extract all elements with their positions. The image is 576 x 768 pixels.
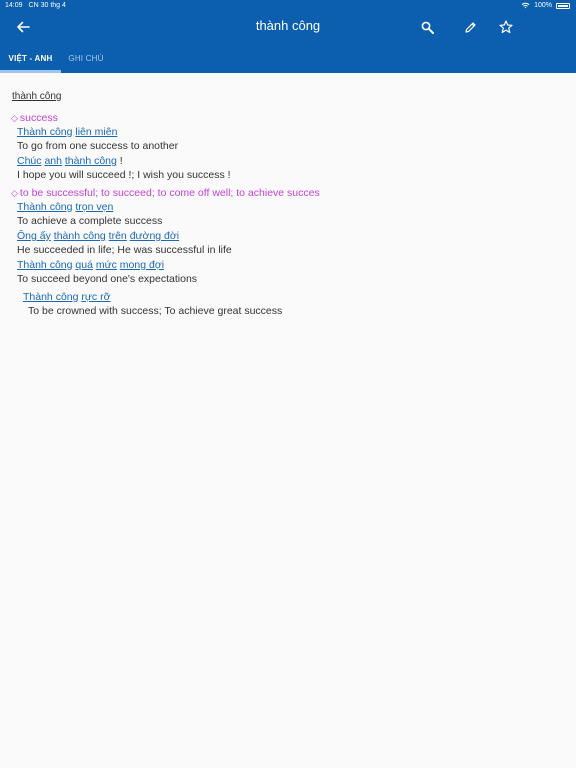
tab-ghi-chu[interactable]: GHI CHÚ <box>61 43 111 73</box>
example-phrase: Thành công trọn vẹn <box>17 201 113 213</box>
status-bar: 14:09 CN 30 thg 4 100% <box>0 0 576 12</box>
example-phrase: Thành công liên miên <box>17 126 117 138</box>
word-link[interactable]: thành công <box>54 230 106 242</box>
word-link[interactable]: Thành công <box>17 126 72 138</box>
word-link[interactable]: trên <box>109 230 127 242</box>
battery-percent: 100% <box>534 2 552 9</box>
tab-viet-anh[interactable]: VIỆT - ANH <box>0 43 61 73</box>
word-link[interactable]: rực rỡ <box>81 291 110 303</box>
idiom-translation: To be crowned with success; To achieve g… <box>28 305 283 317</box>
word-link[interactable]: Thành công <box>23 291 78 303</box>
example-phrase: Chúc anh thành công ! <box>17 155 123 167</box>
entry-content: thành công ◇ success Thành công liên miên… <box>0 73 576 768</box>
phrase-suffix: ! <box>119 155 123 167</box>
tab-bar: VIỆT - ANH GHI CHÚ <box>0 43 576 73</box>
word-link[interactable]: trọn vẹn <box>75 201 113 213</box>
example-translation: He succeeded in life; He was successful … <box>17 244 232 256</box>
word-link[interactable]: quá <box>75 259 93 271</box>
wifi-icon <box>521 2 530 9</box>
word-link[interactable]: mong đợi <box>120 259 164 271</box>
word-link[interactable]: anh <box>44 155 62 167</box>
example-phrase: Thành công quá mức mong đợi <box>17 259 164 271</box>
word-link[interactable]: Chúc <box>17 155 42 167</box>
example-translation: I hope you will succeed !; I wish you su… <box>17 169 231 181</box>
star-icon[interactable] <box>495 16 517 38</box>
idiom-phrase: Thành công rực rỡ <box>23 291 110 303</box>
word-link[interactable]: Thành công <box>17 259 72 271</box>
battery-icon <box>556 2 570 9</box>
headword: thành công <box>12 91 62 102</box>
example-translation: To achieve a complete success <box>17 215 163 227</box>
word-link[interactable]: Thành công <box>17 201 72 213</box>
example-translation: To go from one success to another <box>17 140 179 152</box>
pencil-icon[interactable] <box>459 16 481 38</box>
example-translation: To succeed beyond one's expectations <box>17 273 198 285</box>
example-phrase: Ông ấy thành công trên đường đời <box>17 230 179 242</box>
toolbar: thành công <box>0 12 576 43</box>
status-date: CN 30 thg 4 <box>28 2 66 9</box>
sense-meaning: ◇ success <box>11 112 58 124</box>
diamond-icon: ◇ <box>11 113 18 123</box>
word-link[interactable]: mức <box>96 259 117 271</box>
word-link[interactable]: đường đời <box>130 230 179 242</box>
word-link[interactable]: Ông ấy <box>17 230 51 242</box>
search-icon[interactable] <box>416 16 438 38</box>
sense-meaning: ◇ to be successful; to succeed; to come o… <box>11 187 320 199</box>
word-link[interactable]: thành công <box>65 155 117 167</box>
sense-text: to be successful; to succeed; to come of… <box>19 187 320 199</box>
page-title: thành công <box>255 18 321 33</box>
diamond-icon: ◇ <box>11 188 18 198</box>
status-time: 14:09 <box>5 2 23 9</box>
word-link[interactable]: liên miên <box>75 126 117 138</box>
sense-text: success <box>19 112 58 124</box>
